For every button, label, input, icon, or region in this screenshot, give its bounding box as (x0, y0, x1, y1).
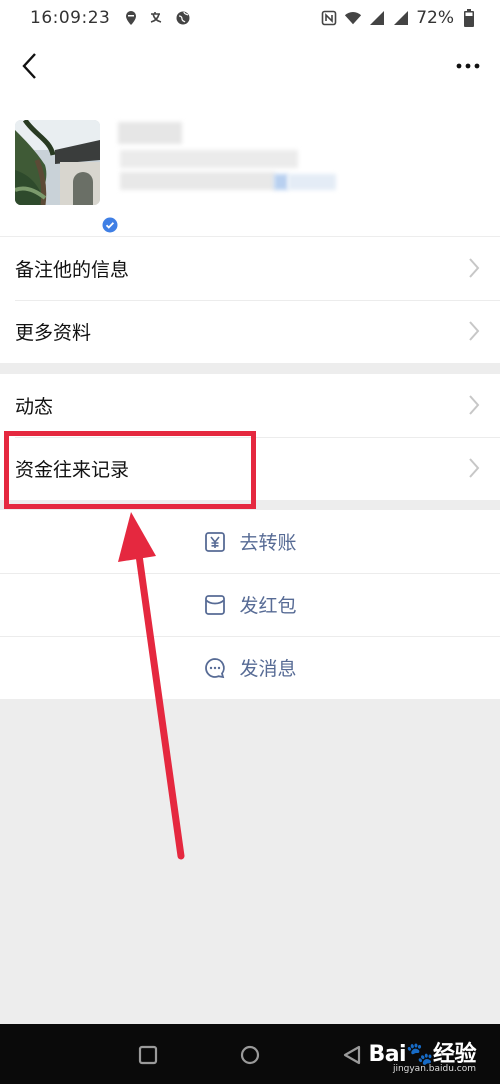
blurred-detail-highlight (274, 174, 288, 190)
menu-item-more-info[interactable]: 更多资料 (0, 300, 500, 363)
action-group: 去转账 发红包 发消息 (0, 510, 500, 699)
transfer-button[interactable]: 去转账 (0, 510, 500, 573)
status-right: 72% (320, 8, 484, 28)
battery-icon (460, 9, 478, 27)
globe-icon (174, 9, 192, 27)
menu-item-label: 备注他的信息 (15, 259, 130, 281)
red-envelope-button[interactable]: 发红包 (0, 573, 500, 636)
recent-apps-icon[interactable] (137, 1044, 159, 1066)
signal-icon (368, 9, 386, 27)
action-label: 去转账 (239, 532, 297, 554)
verified-check-icon (102, 217, 118, 233)
chevron-left-icon (22, 53, 36, 79)
home-icon[interactable] (239, 1044, 261, 1066)
chat-bubble-icon (203, 656, 227, 680)
blurred-detail-2 (120, 172, 275, 190)
title-bar (0, 36, 500, 96)
signal-2-icon (392, 9, 410, 27)
menu-item-label: 动态 (15, 396, 54, 418)
red-envelope-icon (203, 593, 227, 617)
chevron-right-icon (469, 321, 480, 341)
location-pin-icon (122, 9, 140, 27)
translate-icon (148, 9, 166, 27)
menu-group-1: 备注他的信息 更多资料 (0, 237, 500, 363)
baidu-jingyan-watermark: Bai🐾经验 jingyan.baidu.com (368, 1036, 476, 1074)
chevron-right-icon (469, 458, 480, 478)
battery-percent: 72% (416, 8, 454, 28)
annotation-highlight-box (4, 431, 256, 509)
chevron-right-icon (469, 395, 480, 415)
wifi-icon (344, 9, 362, 27)
blurred-detail-1 (120, 150, 298, 168)
status-bar: 16:09:23 72% (0, 0, 500, 36)
back-button[interactable] (12, 48, 48, 84)
avatar[interactable] (14, 118, 120, 235)
ellipsis-icon (456, 63, 480, 69)
profile-card (0, 96, 500, 236)
verified-badge (100, 215, 120, 235)
blurred-name (118, 122, 182, 144)
menu-item-moments[interactable]: 动态 (0, 374, 500, 437)
nfc-icon (320, 9, 338, 27)
watermark-site: jingyan.baidu.com (392, 1064, 476, 1074)
menu-item-remark[interactable]: 备注他的信息 (0, 237, 500, 300)
back-triangle-icon[interactable] (341, 1044, 363, 1066)
action-label: 发消息 (239, 658, 297, 680)
transfer-yuan-icon (203, 530, 227, 554)
chevron-right-icon (469, 258, 480, 278)
more-button[interactable] (448, 48, 488, 84)
menu-item-label: 更多资料 (15, 322, 92, 344)
send-message-button[interactable]: 发消息 (0, 636, 500, 699)
blurred-detail-3 (288, 174, 336, 190)
status-time: 16:09:23 (30, 8, 111, 28)
action-label: 发红包 (239, 595, 297, 617)
